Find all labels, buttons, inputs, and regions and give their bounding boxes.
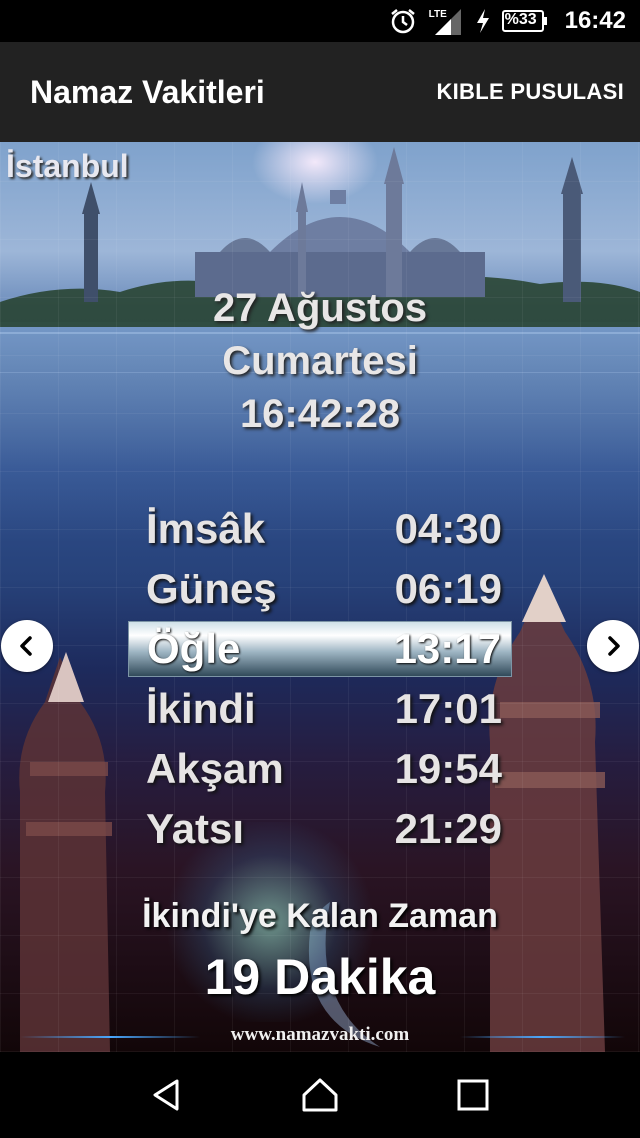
battery-icon: %33	[501, 8, 549, 34]
charging-icon	[475, 8, 491, 34]
chevron-right-icon	[608, 636, 620, 656]
website-link[interactable]: www.namazvakti.com	[0, 1024, 640, 1046]
prayer-row-ikindi: İkindi 17:01	[128, 679, 512, 739]
kible-pusulasi-button[interactable]: KIBLE PUSULASI	[436, 79, 624, 105]
prayer-row-yatsi: Yatsı 21:29	[128, 799, 512, 859]
prayer-times-screen: İstanbul 27 Ağustos Cumartesi 16:42:28 İ…	[0, 142, 640, 1052]
prayer-name: Akşam	[146, 745, 284, 792]
countdown-label: İkindi'ye Kalan Zaman	[142, 897, 498, 935]
battery-percent: %33	[504, 11, 537, 28]
prayer-times-list: İmsâk 04:30 Güneş 06:19 Öğle 13:17 İkind…	[128, 499, 512, 859]
date-block: 27 Ağustos Cumartesi 16:42:28	[0, 282, 640, 441]
next-day-button[interactable]	[587, 620, 639, 672]
prayer-time: 19:54	[394, 745, 502, 792]
recents-square-icon	[457, 1079, 489, 1111]
prayer-name: Öğle	[147, 625, 241, 672]
home-button[interactable]	[290, 1065, 350, 1125]
city-name[interactable]: İstanbul	[6, 148, 129, 185]
navigation-bar	[0, 1052, 640, 1138]
alarm-icon	[389, 7, 417, 35]
prayer-name: Yatsı	[146, 805, 245, 852]
prayer-row-gunes: Güneş 06:19	[128, 559, 512, 619]
prayer-row-imsak: İmsâk 04:30	[128, 499, 512, 559]
date-weekday: Cumartesi	[222, 339, 418, 383]
app-title: Namaz Vakitleri	[30, 73, 265, 110]
network-type: LTE	[428, 9, 447, 20]
app-bar: Namaz Vakitleri KIBLE PUSULASI	[0, 42, 640, 142]
date-day-month: 27 Ağustos	[212, 286, 428, 330]
prayer-time: 04:30	[394, 505, 502, 552]
prayer-time: 13:17	[393, 625, 501, 672]
prayer-time: 17:01	[394, 685, 502, 732]
signal-icon: LTE	[427, 5, 465, 37]
prayer-time: 06:19	[394, 565, 502, 612]
previous-day-button[interactable]	[1, 620, 53, 672]
home-icon	[302, 1078, 338, 1112]
current-clock: 16:42:28	[239, 392, 401, 436]
back-triangle-icon	[153, 1079, 179, 1111]
prayer-row-aksam: Akşam 19:54	[128, 739, 512, 799]
status-bar: LTE %33 16:42	[0, 0, 640, 42]
prayer-name: Güneş	[146, 565, 277, 612]
status-time: 16:42	[564, 7, 626, 34]
recents-button[interactable]	[443, 1065, 503, 1125]
prayer-time: 21:29	[394, 805, 502, 852]
prayer-name: İmsâk	[146, 505, 266, 552]
chevron-left-icon	[20, 636, 32, 656]
back-button[interactable]	[137, 1065, 197, 1125]
prayer-row-ogle-active: Öğle 13:17	[128, 621, 512, 677]
countdown-value: 19 Dakika	[204, 949, 436, 1005]
prayer-name: İkindi	[146, 685, 256, 732]
